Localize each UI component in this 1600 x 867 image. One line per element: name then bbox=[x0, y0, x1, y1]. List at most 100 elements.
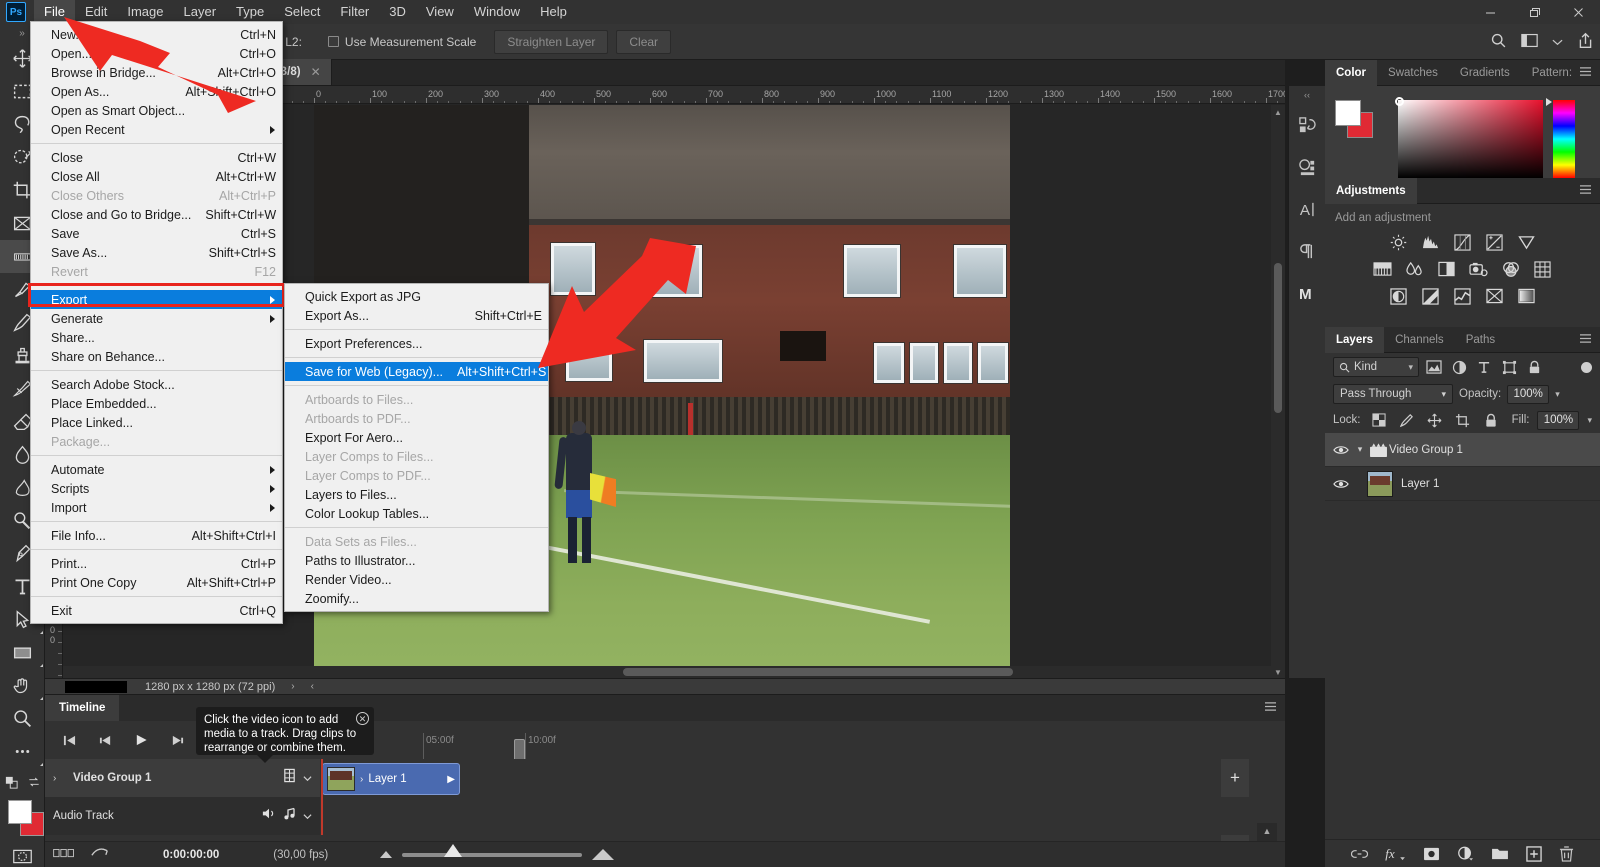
lock-transparent-icon[interactable] bbox=[1369, 410, 1389, 430]
lock-artboard-icon[interactable] bbox=[1453, 410, 1473, 430]
timeline-ruler[interactable]: 05:00f10:00f bbox=[320, 721, 1285, 759]
maximize-button[interactable] bbox=[1512, 0, 1556, 24]
shape-filter-icon[interactable] bbox=[1499, 357, 1519, 377]
selective-color-icon[interactable] bbox=[1516, 286, 1538, 306]
layer-row-video-group-1[interactable]: ▾ Video Group 1 bbox=[1325, 433, 1600, 467]
file-menu-import[interactable]: Import bbox=[31, 498, 282, 517]
paragraph-panel-icon[interactable] bbox=[1289, 230, 1326, 272]
edit-toolbar-tool[interactable] bbox=[0, 735, 45, 768]
foreground-color-swatch[interactable] bbox=[8, 800, 32, 824]
file-menu-open-as[interactable]: Open As...Alt+Shift+Ctrl+O bbox=[31, 82, 282, 101]
hue-saturation-icon[interactable] bbox=[1372, 259, 1394, 279]
color-panel-body[interactable] bbox=[1325, 86, 1600, 178]
filter-toggle-icon[interactable] bbox=[1581, 362, 1592, 373]
previous-frame-icon[interactable] bbox=[89, 727, 121, 753]
file-menu-place-linked[interactable]: Place Linked... bbox=[31, 413, 282, 432]
layer-filter-kind-select[interactable]: Kind ▾ bbox=[1333, 357, 1419, 377]
color-field[interactable] bbox=[1398, 100, 1543, 178]
chevron-down-icon[interactable]: ▾ bbox=[1408, 362, 1413, 373]
tab-layers[interactable]: Layers bbox=[1325, 327, 1384, 353]
menu-window[interactable]: Window bbox=[464, 0, 530, 24]
work-area-end-marker[interactable] bbox=[514, 739, 525, 759]
export-menu-export-as[interactable]: Export As...Shift+Ctrl+E bbox=[285, 306, 548, 325]
export-submenu[interactable]: Quick Export as JPGExport As...Shift+Ctr… bbox=[284, 283, 549, 612]
export-menu-export-preferences[interactable]: Export Preferences... bbox=[285, 334, 548, 353]
color-swatches[interactable] bbox=[0, 796, 45, 840]
hamburger-icon[interactable] bbox=[1264, 701, 1277, 715]
threshold-icon[interactable] bbox=[1452, 286, 1474, 306]
export-menu-paths-to-illustrator[interactable]: Paths to Illustrator... bbox=[285, 551, 548, 570]
channel-mixer-icon[interactable] bbox=[1500, 259, 1522, 279]
search-icon[interactable] bbox=[1490, 32, 1507, 52]
invert-icon[interactable] bbox=[1388, 286, 1410, 306]
glyphs-panel-icon[interactable]: M bbox=[1289, 272, 1326, 314]
next-frame-icon[interactable] bbox=[161, 727, 193, 753]
file-menu-print[interactable]: Print...Ctrl+P bbox=[31, 554, 282, 573]
export-menu-export-for-aero[interactable]: Export For Aero... bbox=[285, 428, 548, 447]
file-menu-save-as[interactable]: Save As...Shift+Ctrl+S bbox=[31, 243, 282, 262]
file-menu-browse-in-bridge[interactable]: Browse in Bridge...Alt+Ctrl+O bbox=[31, 63, 282, 82]
straighten-layer-button[interactable]: Straighten Layer bbox=[494, 30, 608, 54]
delete-layer-icon[interactable] bbox=[1559, 846, 1574, 862]
libraries-panel-icon[interactable] bbox=[1289, 146, 1326, 188]
close-icon[interactable]: ✕ bbox=[356, 712, 369, 725]
visibility-toggle-icon[interactable] bbox=[1329, 444, 1353, 456]
timeline-clip-layer-1[interactable]: › Layer 1 ▶ bbox=[322, 763, 460, 795]
add-layer-style-icon[interactable]: fx bbox=[1385, 846, 1406, 861]
tab-timeline[interactable]: Timeline bbox=[45, 695, 119, 721]
color-picker-handle[interactable] bbox=[1395, 97, 1404, 106]
posterize-icon[interactable] bbox=[1420, 286, 1442, 306]
file-menu-automate[interactable]: Automate bbox=[31, 460, 282, 479]
export-menu-layers-to-files[interactable]: Layers to Files... bbox=[285, 485, 548, 504]
opacity-value[interactable]: 100% bbox=[1507, 385, 1549, 404]
canvas-vertical-scrollbar[interactable]: ▲ ▼ bbox=[1271, 105, 1285, 679]
visibility-toggle-icon[interactable] bbox=[1329, 478, 1353, 490]
scrollbar-thumb[interactable] bbox=[1274, 263, 1282, 413]
hamburger-icon[interactable] bbox=[1579, 66, 1592, 80]
tab-swatches[interactable]: Swatches bbox=[1377, 60, 1449, 86]
link-layers-icon[interactable] bbox=[1351, 848, 1368, 860]
tab-pattern[interactable]: Pattern: bbox=[1521, 60, 1583, 86]
chevron-down-icon[interactable] bbox=[303, 769, 312, 787]
export-menu-color-lookup-tables[interactable]: Color Lookup Tables... bbox=[285, 504, 548, 523]
share-icon[interactable] bbox=[1577, 32, 1594, 52]
export-menu-save-for-web-legacy[interactable]: Save for Web (Legacy)...Alt+Shift+Ctrl+S bbox=[285, 362, 548, 381]
chevron-down-icon[interactable] bbox=[303, 807, 312, 825]
lock-all-icon[interactable] bbox=[1481, 410, 1501, 430]
menu-help[interactable]: Help bbox=[530, 0, 577, 24]
history-panel-icon[interactable] bbox=[1289, 104, 1326, 146]
file-menu-close-all[interactable]: Close AllAlt+Ctrl+W bbox=[31, 167, 282, 186]
workspace-icon[interactable] bbox=[1521, 33, 1538, 51]
tab-channels[interactable]: Channels bbox=[1384, 327, 1455, 353]
color-lookup-icon[interactable] bbox=[1532, 259, 1554, 279]
zoom-in-icon[interactable] bbox=[592, 849, 614, 860]
chevron-left-icon[interactable]: ‹ bbox=[311, 681, 314, 692]
scroll-down-icon[interactable]: ▼ bbox=[1271, 665, 1285, 679]
file-menu-share-on-behance[interactable]: Share on Behance... bbox=[31, 347, 282, 366]
chevron-down-icon[interactable]: ▾ bbox=[1441, 389, 1446, 400]
clear-button[interactable]: Clear bbox=[616, 30, 671, 54]
file-menu-close-and-go-to-bridge[interactable]: Close and Go to Bridge...Shift+Ctrl+W bbox=[31, 205, 282, 224]
chevron-down-icon[interactable]: ▾ bbox=[1555, 389, 1560, 400]
adjustment-filter-icon[interactable] bbox=[1449, 357, 1469, 377]
new-adjustment-layer-icon[interactable] bbox=[1457, 846, 1474, 861]
pixel-filter-icon[interactable] bbox=[1424, 357, 1444, 377]
lock-position-icon[interactable] bbox=[1425, 410, 1445, 430]
add-media-button[interactable]: + bbox=[1221, 759, 1249, 797]
file-menu-close[interactable]: CloseCtrl+W bbox=[31, 148, 282, 167]
go-to-first-frame-icon[interactable] bbox=[53, 727, 85, 753]
use-measurement-scale-checkbox[interactable]: Use Measurement Scale bbox=[328, 35, 476, 49]
render-video-icon[interactable] bbox=[53, 849, 75, 861]
color-balance-icon[interactable] bbox=[1404, 259, 1426, 279]
file-menu-export[interactable]: Export bbox=[31, 290, 282, 309]
hamburger-icon[interactable] bbox=[1579, 333, 1592, 347]
chevron-down-icon[interactable]: ▾ bbox=[1587, 415, 1592, 426]
fill-value[interactable]: 100% bbox=[1537, 411, 1579, 430]
menu-filter[interactable]: Filter bbox=[330, 0, 379, 24]
measurement-field-l2[interactable]: L2: bbox=[285, 35, 302, 49]
new-layer-icon[interactable] bbox=[1526, 846, 1542, 862]
quick-mask-toggle[interactable] bbox=[0, 768, 45, 796]
export-menu-render-video[interactable]: Render Video... bbox=[285, 570, 548, 589]
file-menu-place-embedded[interactable]: Place Embedded... bbox=[31, 394, 282, 413]
chevron-right-icon[interactable]: › bbox=[291, 681, 294, 692]
